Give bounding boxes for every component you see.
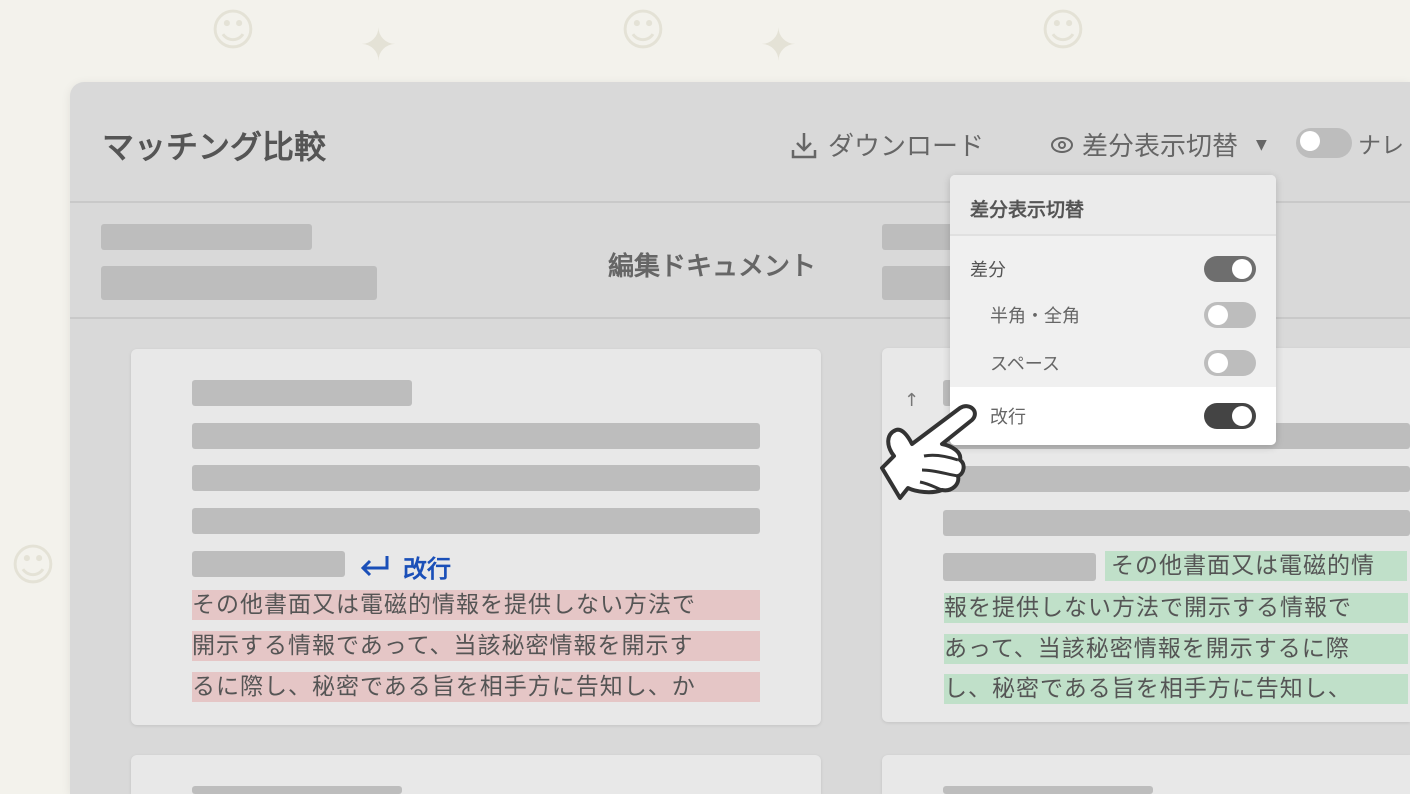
left-document-card: 改行 その他書面又は電磁的情報を提供しない方法で 開示する情報であって、当該秘密… <box>131 349 821 725</box>
left-document-card-2 <box>131 755 821 794</box>
download-label: ダウンロード <box>828 132 985 162</box>
star-doodle-icon: ✦ <box>760 20 797 71</box>
item-label: 差分 <box>970 260 1006 281</box>
item-label: 改行 <box>990 407 1026 428</box>
width-toggle-switch[interactable] <box>1204 302 1256 328</box>
diff-line: し、秘密である旨を相手方に告知し、 <box>944 674 1408 704</box>
right-document-card-2 <box>882 755 1410 794</box>
dropdown-item-space[interactable]: スペース <box>950 339 1276 387</box>
placeholder-bar <box>101 224 312 250</box>
download-icon <box>791 132 817 158</box>
nav-label: ナレ <box>1358 133 1404 159</box>
pointing-hand-icon <box>880 404 977 500</box>
dropdown-title: 差分表示切替 <box>950 175 1276 236</box>
smiley-doodle-icon: ☺ <box>1040 5 1086 56</box>
diff-line: 開示する情報であって、当該秘密情報を開示す <box>192 631 760 661</box>
placeholder-bar <box>943 510 1410 536</box>
eye-icon <box>1051 136 1073 153</box>
placeholder-bar <box>101 266 377 300</box>
dropdown-item-width[interactable]: 半角・全角 <box>950 291 1276 339</box>
space-toggle-switch[interactable] <box>1204 350 1256 376</box>
diff-line: その他書面又は電磁的情 <box>1105 551 1407 581</box>
diff-toggle-menu-button[interactable]: 差分表示切替 ▼ <box>1050 126 1267 163</box>
placeholder-bar <box>192 786 402 794</box>
dropdown-item-newline[interactable]: 改行 <box>950 387 1276 445</box>
edit-document-title: 編集ドキュメント <box>608 252 817 282</box>
star-doodle-icon: ✦ <box>360 20 397 71</box>
placeholder-bar <box>192 423 760 449</box>
diff-line: その他書面又は電磁的情報を提供しない方法で <box>192 590 760 620</box>
diff-line: 報を提供しない方法で開示する情報で <box>944 593 1408 623</box>
dropdown-item-diff[interactable]: 差分 <box>950 245 1276 293</box>
item-label: スペース <box>990 354 1060 375</box>
caret-down-icon: ▼ <box>1256 136 1267 153</box>
return-arrow-icon <box>360 555 389 576</box>
newline-label: 改行 <box>403 555 451 583</box>
placeholder-bar <box>943 786 1153 794</box>
smiley-doodle-icon: ☺ <box>210 5 256 56</box>
placeholder-bar <box>192 380 412 406</box>
placeholder-bar <box>943 466 1410 492</box>
placeholder-bar <box>192 508 760 534</box>
item-label: 半角・全角 <box>990 306 1080 327</box>
smiley-doodle-icon: ☺ <box>10 540 56 591</box>
placeholder-bar <box>943 553 1096 581</box>
nav-toggle[interactable]: ナレ <box>1296 126 1404 160</box>
download-button[interactable]: ダウンロード <box>790 126 984 163</box>
placeholder-bar <box>192 551 345 577</box>
diff-line: あって、当該秘密情報を開示するに際 <box>944 634 1408 664</box>
page-title: マッチング比較 <box>102 128 327 166</box>
diff-toggle-dropdown: 差分表示切替 差分 半角・全角 スペース 改行 <box>950 175 1276 445</box>
nav-toggle-switch[interactable] <box>1296 128 1352 158</box>
placeholder-bar <box>192 465 760 491</box>
newline-toggle-switch[interactable] <box>1204 403 1256 429</box>
newline-marker: 改行 <box>359 549 451 584</box>
diff-toggle-switch[interactable] <box>1204 256 1256 282</box>
diff-toggle-label: 差分表示切替 <box>1082 132 1239 162</box>
diff-line: るに際し、秘密である旨を相手方に告知し、か <box>192 672 760 702</box>
smiley-doodle-icon: ☺ <box>620 5 666 56</box>
